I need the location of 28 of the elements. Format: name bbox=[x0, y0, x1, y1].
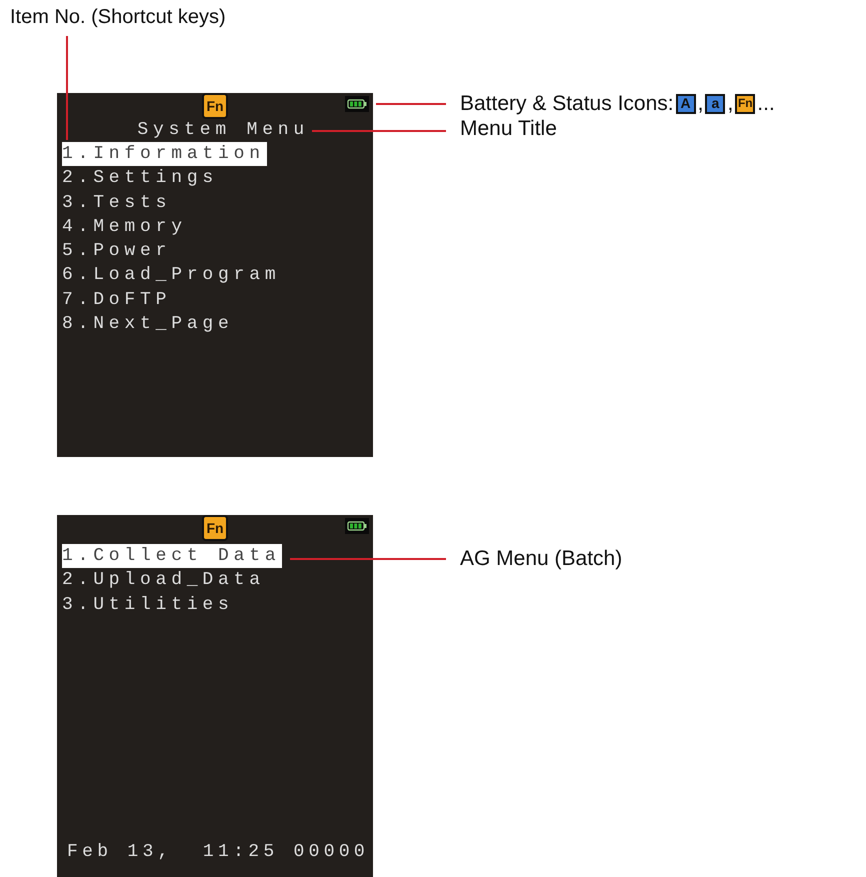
separator: , bbox=[698, 91, 704, 116]
battery-icon bbox=[345, 518, 369, 534]
fn-key-icon: Fn bbox=[204, 94, 226, 116]
separator: , bbox=[727, 91, 734, 116]
menu-item[interactable]: 3.Utilities bbox=[62, 592, 236, 617]
date-time-status: Feb 13, 11:25 00000 bbox=[66, 841, 370, 864]
callout-label: Battery & Status Icons: bbox=[460, 91, 674, 116]
status-icon: A bbox=[676, 94, 696, 114]
menu-item[interactable]: 5.Power bbox=[62, 239, 174, 264]
menu-title: System Menu bbox=[136, 119, 310, 142]
menu-item[interactable]: 2.Settings bbox=[62, 166, 220, 191]
menu-item[interactable]: 1.Information bbox=[62, 142, 267, 166]
menu-item[interactable]: 4.Memory bbox=[62, 214, 189, 240]
status-icon: a bbox=[705, 94, 726, 114]
ellipsis: ... bbox=[757, 91, 775, 116]
battery-icon bbox=[345, 96, 369, 112]
callout-label: AG Menu (Batch) bbox=[460, 546, 622, 571]
menu-item[interactable]: 7.DoFTP bbox=[62, 288, 174, 312]
menu-item[interactable]: 2.Upload_Data bbox=[62, 568, 267, 593]
menu-item[interactable]: 1.Collect Data bbox=[62, 544, 282, 568]
status-icon: Fn bbox=[735, 94, 756, 114]
leader-line bbox=[376, 103, 446, 105]
fn-key-icon: Fn bbox=[204, 516, 226, 538]
menu-item[interactable]: 6.Load_Program bbox=[62, 263, 282, 288]
menu-item[interactable]: 3.Tests bbox=[62, 190, 174, 215]
callout-label: Menu Title bbox=[460, 116, 557, 141]
callout-label: Item No. (Shortcut keys) bbox=[9, 5, 226, 30]
menu-item[interactable]: 8.Next_Page bbox=[62, 312, 236, 336]
